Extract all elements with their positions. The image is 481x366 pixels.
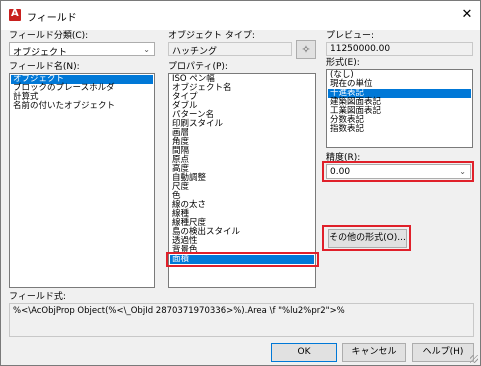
property-item[interactable]: 尺度 bbox=[170, 183, 314, 192]
format-item[interactable]: 指数表記 bbox=[328, 125, 471, 134]
close-button[interactable]: ✕ bbox=[456, 4, 478, 26]
property-item[interactable]: 自動調整 bbox=[170, 174, 314, 183]
field-name-item[interactable]: 名前の付いたオブジェクト bbox=[11, 102, 153, 111]
window-title: フィールド bbox=[27, 13, 77, 24]
highlight-other-format bbox=[322, 225, 411, 251]
cancel-button[interactable]: キャンセル bbox=[342, 343, 406, 362]
field-category-label: フィールド分類(C): bbox=[9, 31, 89, 41]
close-icon: ✕ bbox=[461, 7, 473, 22]
field-category-dropdown[interactable]: オブジェクト ⌄ bbox=[9, 42, 155, 58]
ok-button[interactable]: OK bbox=[271, 343, 337, 362]
property-item[interactable]: 線の太さ bbox=[170, 201, 314, 210]
field-names-list[interactable]: オブジェクト ブロックのプレースホルダ 計算式 名前の付いたオブジェクト bbox=[9, 73, 155, 288]
object-type-value: ハッチング bbox=[172, 47, 218, 57]
property-item[interactable]: 印刷スタイル bbox=[170, 120, 314, 129]
object-type-field: ハッチング bbox=[168, 42, 292, 57]
property-item[interactable]: 角度 bbox=[170, 138, 314, 147]
resize-grip[interactable] bbox=[470, 355, 478, 363]
property-item[interactable]: 間隔 bbox=[170, 147, 314, 156]
object-type-label: オブジェクト タイプ: bbox=[168, 31, 255, 41]
preview-label: プレビュー: bbox=[326, 31, 375, 41]
preview-value: 11250000.00 bbox=[330, 44, 391, 54]
format-list[interactable]: (なし) 現在の単位 十進表記 建築図面表記 工業図面表記 分数表記 指数表記 bbox=[326, 69, 473, 148]
preview-field: 11250000.00 bbox=[326, 42, 473, 56]
property-item[interactable]: 原点 bbox=[170, 156, 314, 165]
select-object-icon: ✧ bbox=[301, 43, 311, 56]
title-bar: フィールド ✕ bbox=[1, 1, 480, 30]
highlight-area-property bbox=[166, 252, 319, 267]
highlight-precision bbox=[322, 161, 474, 182]
format-label: 形式(E): bbox=[326, 58, 360, 68]
property-label: プロパティ(P): bbox=[168, 62, 228, 72]
field-category-value: オブジェクト bbox=[13, 48, 68, 58]
field-dialog: フィールド ✕ フィールド分類(C): オブジェクト ⌄ フィールド名(N): … bbox=[0, 0, 481, 366]
field-expression-label: フィールド式: bbox=[9, 292, 66, 302]
autocad-app-icon bbox=[9, 8, 21, 21]
field-expression-field: %<\AcObjProp Object(%<\_ObjId 2870371970… bbox=[9, 303, 474, 337]
chevron-down-icon: ⌄ bbox=[143, 45, 150, 54]
help-button[interactable]: ヘルプ(H) bbox=[412, 343, 474, 362]
field-names-label: フィールド名(N): bbox=[9, 62, 80, 72]
field-expression-value: %<\AcObjProp Object(%<\_ObjId 2870371970… bbox=[13, 306, 345, 316]
select-object-button[interactable]: ✧ bbox=[296, 40, 316, 59]
property-item[interactable]: 画層 bbox=[170, 129, 314, 138]
